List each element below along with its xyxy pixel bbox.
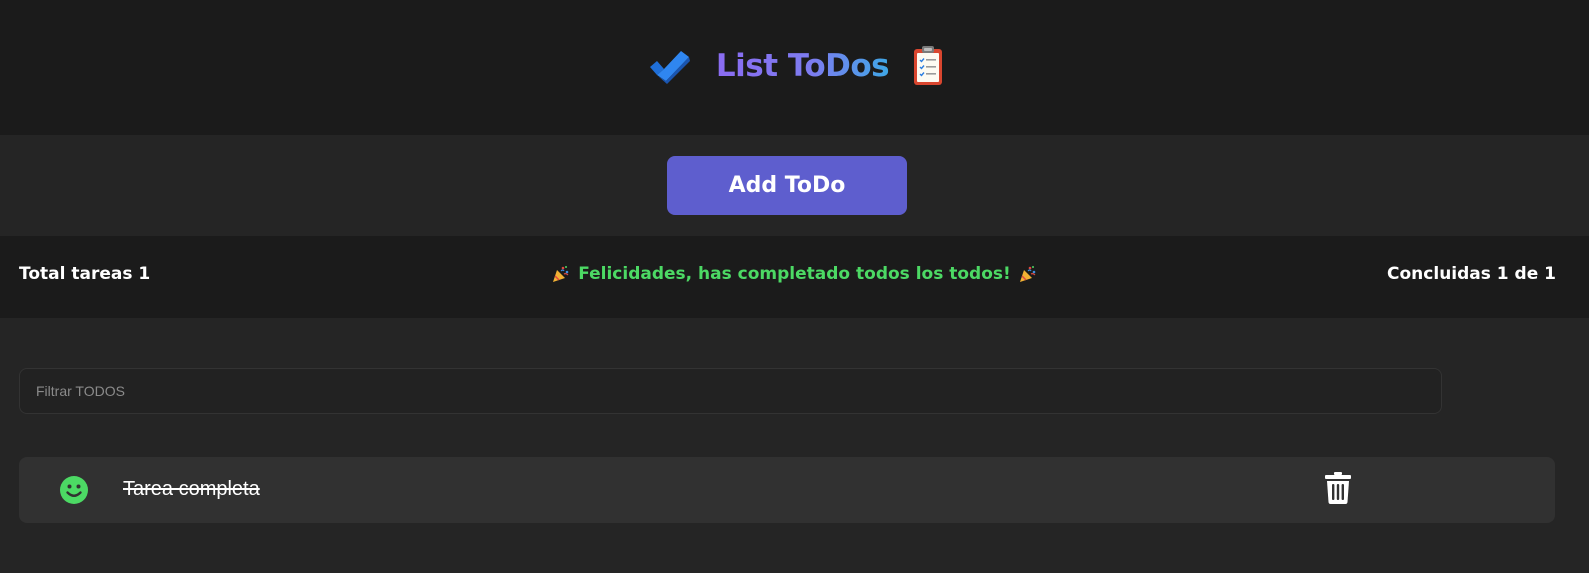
clipboard-icon (914, 46, 943, 85)
double-check-icon (649, 51, 690, 84)
todo-item: Tarea completa (19, 457, 1555, 523)
congrats-message: Felicidades, has completado todos los to… (578, 264, 1011, 284)
stats-bar: Total tareas 1 Felicidades, has completa… (0, 236, 1589, 318)
page-title: List ToDos (715, 48, 890, 84)
title-row: List ToDos (0, 40, 1589, 92)
party-popper-icon (553, 266, 569, 282)
completed-count-label: Concluidas 1 de 1 (1387, 264, 1556, 284)
filter-input[interactable] (19, 368, 1442, 414)
add-todo-button[interactable]: Add ToDo (667, 156, 907, 215)
trash-icon[interactable] (1325, 472, 1351, 504)
app-header: List ToDos (0, 0, 1589, 135)
party-popper-icon (1019, 266, 1036, 282)
smile-icon[interactable] (59, 475, 89, 505)
add-section: Add ToDo (0, 135, 1589, 236)
congrats-banner: Felicidades, has completado todos los to… (0, 264, 1589, 284)
todo-text: Tarea completa (123, 478, 260, 500)
